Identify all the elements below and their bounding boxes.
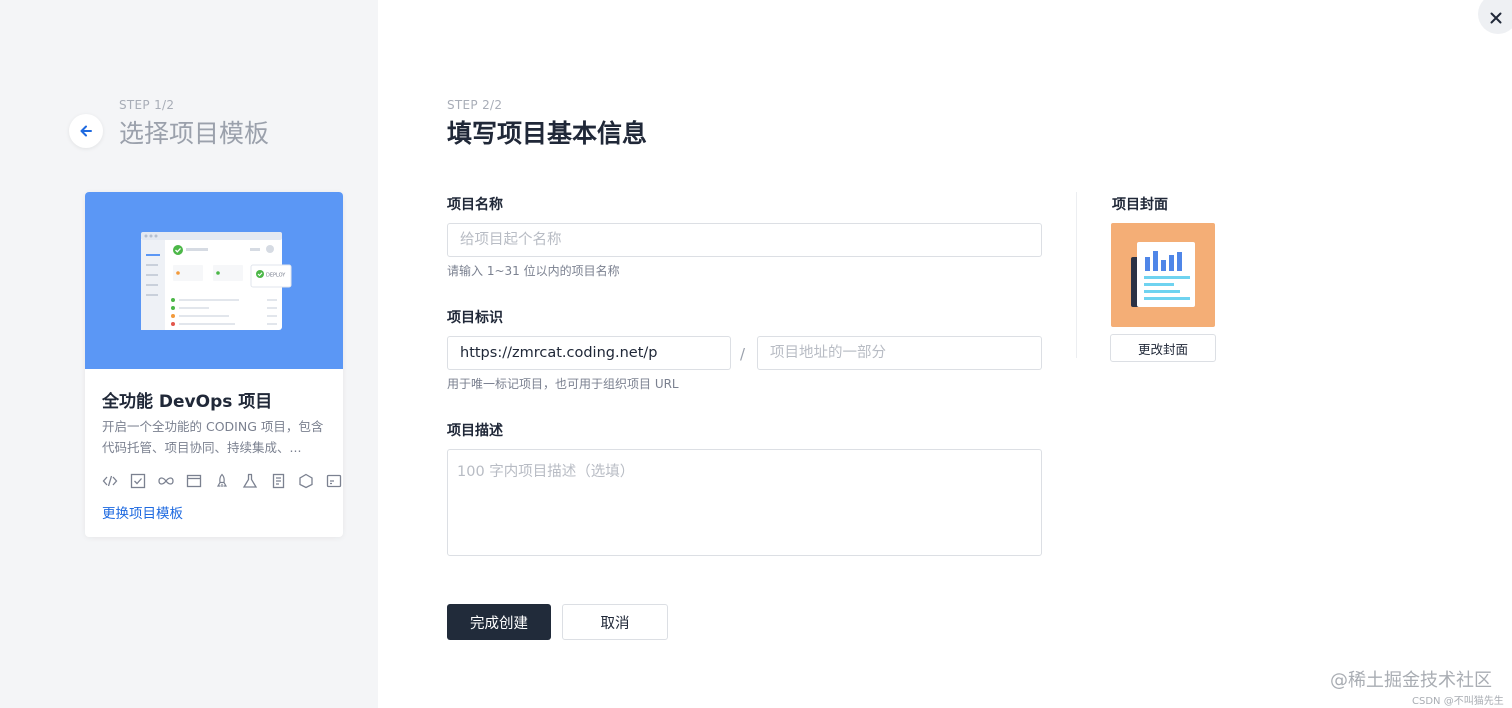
project-name-label: 项目名称 (447, 197, 503, 213)
api-icon (326, 473, 342, 489)
project-identifier-label: 项目标识 (447, 310, 503, 326)
cube-icon (298, 473, 314, 489)
project-cover-image (1111, 223, 1215, 327)
panel-title: 选择项目模板 (119, 119, 270, 148)
document-icon (270, 473, 286, 489)
infinity-icon (158, 473, 174, 489)
project-description-input[interactable] (447, 449, 1042, 556)
code-icon (102, 473, 118, 489)
url-separator: / (740, 345, 746, 363)
close-icon (1490, 12, 1502, 24)
project-cover-label: 项目封面 (1112, 197, 1168, 213)
template-description: 开启一个全功能的 CODING 项目，包含代码托管、项目协同、持续集成、... (102, 419, 324, 455)
step-label: STEP 2/2 (447, 98, 503, 112)
project-name-hint: 请输入 1~31 位以内的项目名称 (447, 264, 620, 278)
divider (1076, 192, 1077, 358)
flask-icon (242, 473, 258, 489)
template-card: DEPLOY 全功能 DevOps 项目 开启一个全功能的 CODING 项目，… (85, 192, 343, 537)
feature-icons (102, 473, 342, 489)
watermark-author: CSDN @不叫猫先生 (1412, 696, 1504, 707)
template-title: 全功能 DevOps 项目 (102, 392, 273, 412)
project-url-prefix-input[interactable] (447, 336, 731, 370)
cancel-button[interactable]: 取消 (562, 604, 668, 640)
back-button[interactable] (69, 114, 103, 148)
watermark-site: @稀土掘金技术社区 (1330, 670, 1492, 691)
project-identifier-input[interactable] (757, 336, 1042, 370)
change-template-link[interactable]: 更换项目模板 (102, 502, 183, 522)
task-check-icon (130, 473, 146, 489)
template-preview-image: DEPLOY (85, 192, 343, 369)
project-name-input[interactable] (447, 223, 1042, 257)
arrow-left-icon (80, 125, 92, 137)
create-project-button[interactable]: 完成创建 (447, 604, 551, 640)
svg-text:DEPLOY: DEPLOY (266, 273, 286, 279)
close-button[interactable] (1478, 0, 1512, 34)
window-icon (186, 473, 202, 489)
template-panel: STEP 1/2 选择项目模板 DEPLOY 全功能 DevOps 项目 开启一… (0, 0, 378, 708)
project-description-label: 项目描述 (447, 423, 503, 439)
project-identifier-hint: 用于唯一标记项目，也可用于组织项目 URL (447, 377, 679, 391)
change-cover-button[interactable]: 更改封面 (1110, 334, 1216, 362)
page-title: 填写项目基本信息 (447, 119, 648, 148)
step-label: STEP 1/2 (119, 98, 175, 112)
rocket-icon (214, 473, 230, 489)
